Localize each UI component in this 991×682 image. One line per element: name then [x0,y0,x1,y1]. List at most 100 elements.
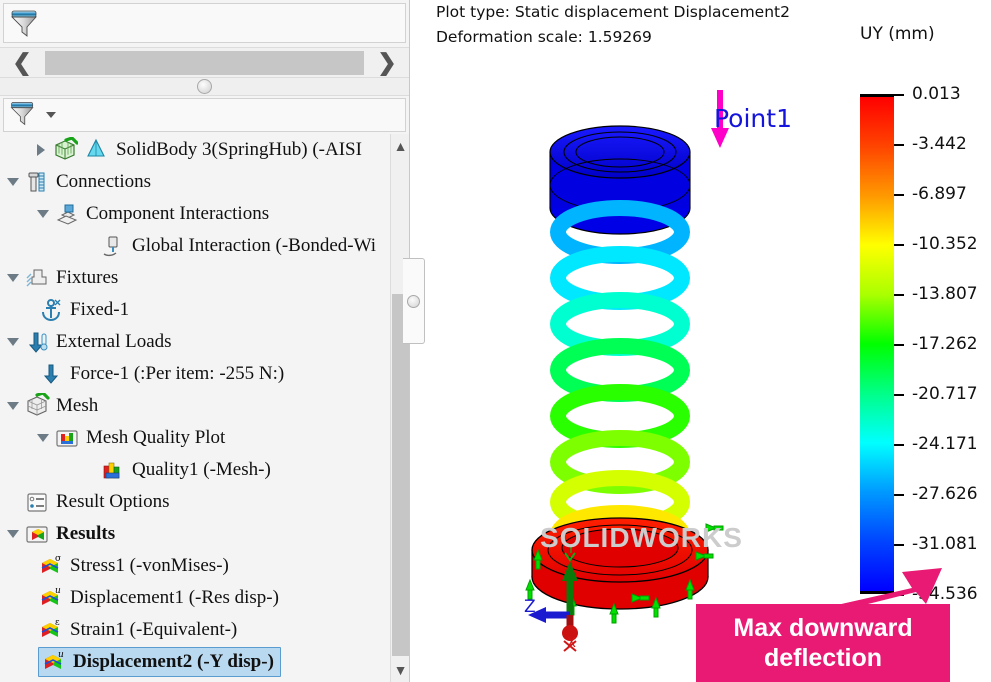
chevron-left-icon[interactable]: ❮ [0,48,44,77]
legend-value: -3.442 [912,134,967,154]
legend-tick [894,294,904,296]
legend-value: -6.897 [912,184,967,204]
mesh-quality-folder-icon [54,425,80,451]
collapse-twisty[interactable] [2,518,24,550]
triad-label-z: Z [524,597,536,617]
legend-value: 0.013 [912,84,961,104]
plot-header: Plot type: Static displacement Displacem… [436,0,790,50]
expand-twisty[interactable] [30,134,52,166]
legend-value: -17.262 [912,334,978,354]
global-interaction-icon [100,233,126,259]
tree-item-label: External Loads [56,331,172,352]
legend-tick [894,394,904,396]
legend-tick [894,244,904,246]
legend-tick [894,544,904,546]
tree-item-label: Displacement1 (-Res disp-) [70,587,279,608]
tree-item-label: Stress1 (-vonMises-) [70,555,229,576]
tree-item-solidbody3[interactable]: SolidBody 3(SpringHub) (-AISI [0,134,390,166]
selected-tree-item[interactable]: u Displacement2 (-Y disp-) [38,647,281,677]
spring-coils [550,200,690,565]
svg-text:u: u [55,586,61,596]
tree-item-global-interaction[interactable]: Global Interaction (-Bonded-Wi [0,230,390,262]
tree-item-label: SolidBody 3(SpringHub) (-AISI [116,139,362,160]
mesh-icon [24,393,50,419]
splitter-grip [407,294,420,308]
tree-item-label: Component Interactions [86,203,270,224]
tree-item-external-loads[interactable]: External Loads [0,326,390,358]
tree-item-results[interactable]: Results [0,518,390,550]
tree-item-label: Global Interaction (-Bonded-Wi [132,235,377,256]
feature-manager-panel: ❮ ❯ SolidBody 3(SpringHub) (-AISI Connec… [0,0,410,682]
tree-item-component-interactions[interactable]: Component Interactions [0,198,390,230]
point1-label: Point1 [714,104,792,133]
legend-value: -10.352 [912,234,978,254]
collapse-twisty[interactable] [2,326,24,358]
tree-item-displacement1[interactable]: u Displacement1 (-Res disp-) [0,582,390,614]
tree-item-force-1[interactable]: Force-1 (:Per item: -255 N:) [0,358,390,390]
collapse-twisty[interactable] [2,262,24,294]
chevron-right-icon[interactable]: ❯ [365,48,409,77]
horizontal-scrollbar-thumb[interactable] [45,50,364,75]
tree-item-label: Quality1 (-Mesh-) [132,459,271,480]
filter-funnel-icon[interactable] [8,98,42,132]
result-options-icon [24,489,50,515]
legend-tick [894,94,904,96]
svg-text:u: u [58,650,64,660]
tree-item-label: Connections [56,171,151,192]
tree-item-label: Mesh [56,395,99,416]
horizontal-scrollbar[interactable]: ❮ ❯ [0,47,409,78]
tree-item-label: Fixtures [56,267,119,288]
tree-item-label: Mesh Quality Plot [86,427,226,448]
external-loads-icon [24,329,50,355]
collapse-twisty[interactable] [32,422,54,454]
vertical-scrollbar-thumb[interactable] [392,294,409,656]
tree-item-mesh-quality-plot[interactable]: Mesh Quality Plot [0,422,390,454]
solidworks-watermark: SOLIDWORKS [540,522,743,553]
filter-bar-bottom[interactable] [3,98,406,132]
tree-item-connections[interactable]: Connections [0,166,390,198]
solid-body-icon [52,137,78,163]
color-legend: UY (mm) 0.013 -3.442 -6.897 -10.352 -13.807 -… [850,24,990,624]
tree-item-fixed-1[interactable]: Fixed-1 [0,294,390,326]
tree-item-displacement2[interactable]: u Displacement2 (-Y disp-) [0,646,390,678]
filter-bar-top[interactable] [3,3,406,43]
chevron-down-icon[interactable]: ▼ [391,658,410,682]
displacement-plot-icon: u [41,649,67,675]
chevron-down-icon[interactable] [46,112,56,118]
callout-line1: Max downward [733,614,913,642]
splitter-grip[interactable] [197,79,212,94]
plot-type-text: Plot type: Static displacement Displacem… [436,3,790,21]
tree-item-label: Results [56,523,116,544]
legend-value: -20.717 [912,384,978,404]
stress-plot-icon: σ [38,553,64,579]
legend-tick [894,194,904,196]
filter-funnel-icon[interactable] [8,6,42,40]
tree-item-mesh[interactable]: Mesh [0,390,390,422]
annotation-callout: Max downward deflection [696,604,950,682]
tree-item-label: Strain1 (-Equivalent-) [70,619,238,640]
chevron-up-icon[interactable]: ▲ [391,134,410,158]
legend-value: -24.171 [912,434,978,454]
legend-title: UY (mm) [860,24,935,44]
legend-value: -13.807 [912,284,978,304]
tree-item-strain1[interactable]: ε Strain1 (-Equivalent-) [0,614,390,646]
deformation-scale-text: Deformation scale: 1.59269 [436,28,652,46]
body-cone-icon [84,137,110,163]
legend-tick [894,144,904,146]
legend-tick [894,494,904,496]
collapse-twisty[interactable] [2,166,24,198]
panel-splitter-horizontal[interactable] [0,78,409,96]
legend-tick [894,344,904,346]
tree-item-stress1[interactable]: σ Stress1 (-vonMises-) [0,550,390,582]
graphics-viewport[interactable]: Plot type: Static displacement Displacem… [410,0,991,682]
fixtures-icon [24,265,50,291]
tree-item-quality1[interactable]: Quality1 (-Mesh-) [0,454,390,486]
tree-item-result-options[interactable]: Result Options [0,486,390,518]
panel-splitter-vertical[interactable] [403,258,425,344]
quality-plot-icon [100,457,126,483]
connections-icon [24,169,50,195]
collapse-twisty[interactable] [2,390,24,422]
collapse-twisty[interactable] [32,198,54,230]
tree-item-fixtures[interactable]: Fixtures [0,262,390,294]
tree-vertical-scrollbar[interactable]: ▲ ▼ [390,134,409,682]
